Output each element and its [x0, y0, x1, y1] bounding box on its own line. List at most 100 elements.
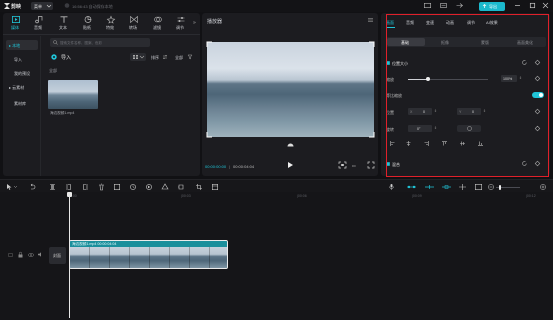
- more-edit-icon[interactable]: [212, 184, 219, 191]
- linkage-icon[interactable]: [442, 185, 451, 189]
- funnel-icon: [187, 54, 193, 60]
- crop-icon[interactable]: [196, 184, 202, 190]
- reverse-icon[interactable]: [130, 184, 136, 190]
- audio-icon: [35, 16, 43, 24]
- zoom-out-icon[interactable]: [488, 184, 494, 190]
- select-tool-icon[interactable]: [7, 184, 12, 190]
- zoom-fit-icon[interactable]: [540, 184, 546, 190]
- time-separator: |: [229, 164, 231, 169]
- sidebar-item-import[interactable]: 导入: [14, 57, 22, 63]
- sidebar-item-local[interactable]: ▸ 本地: [6, 40, 38, 50]
- shortcut-icon[interactable]: [440, 3, 448, 9]
- chevron-down-icon: [139, 55, 145, 59]
- ratio-label[interactable]: ▭: [352, 163, 356, 168]
- more-tools-icon[interactable]: »: [193, 20, 196, 26]
- zoom-slider-thumb[interactable]: [499, 185, 501, 190]
- sort-button[interactable]: 排序: [149, 53, 169, 61]
- track-lock-icon[interactable]: [18, 251, 23, 258]
- import-radio-icon[interactable]: [51, 54, 57, 60]
- sticker-icon: [84, 16, 92, 23]
- sidebar-item-presets[interactable]: 我的预设: [14, 71, 30, 77]
- grid-view-icon: [133, 55, 138, 59]
- search-placeholder: 搜索文件名称、图案、色彩: [60, 40, 102, 45]
- track-lock-icon[interactable]: [8, 253, 13, 257]
- share-icon[interactable]: [456, 3, 463, 8]
- media-clip-thumbnail[interactable]: [48, 80, 98, 109]
- sort-icon: [162, 54, 168, 60]
- caption-icon[interactable]: [475, 184, 483, 191]
- player-title: 播放器: [207, 19, 223, 25]
- mirror-icon[interactable]: [146, 184, 152, 190]
- track-mute-icon[interactable]: [38, 252, 43, 257]
- playhead-handle[interactable]: [67, 192, 72, 197]
- track-visibility-icon[interactable]: [28, 253, 34, 257]
- app-logo-icon: [4, 3, 10, 9]
- tab-label: 调节: [176, 25, 184, 30]
- highlight-frame: [386, 14, 549, 177]
- current-time: 00:00:00:00: [205, 164, 227, 169]
- tab-sticker[interactable]: 贴纸: [78, 15, 98, 33]
- minimize-icon[interactable]: [515, 5, 520, 6]
- play-icon[interactable]: [288, 162, 293, 168]
- rotate-tool-icon[interactable]: [178, 184, 184, 190]
- text-icon: [60, 16, 68, 23]
- undo-icon[interactable]: [30, 183, 36, 190]
- tab-effects[interactable]: 特效: [101, 15, 121, 33]
- total-time: 00:00:04:04: [233, 164, 255, 169]
- filter-dropdown[interactable]: 全部: [173, 53, 195, 61]
- ruler-mark: |00:03: [181, 194, 191, 198]
- tab-adjust[interactable]: 调节: [171, 15, 191, 33]
- zoom-slider[interactable]: [496, 185, 520, 190]
- tab-media[interactable]: 媒体: [6, 15, 26, 33]
- search-input[interactable]: 搜索文件名称、图案、色彩: [50, 38, 150, 47]
- sidebar-item-library[interactable]: 素材库: [14, 101, 26, 107]
- freeze-icon[interactable]: [114, 184, 121, 191]
- player-panel: 播放器 00:00:00:00 | 00:00:04:04 ▭: [202, 13, 378, 176]
- view-toggle-button[interactable]: [130, 53, 146, 61]
- filter-label: 全部: [175, 55, 183, 60]
- split-icon[interactable]: [50, 184, 55, 190]
- tab-label: 转场: [129, 25, 137, 30]
- preview-axis-icon[interactable]: [459, 184, 466, 190]
- tab-label: 媒体: [11, 25, 19, 30]
- filter-icon: [154, 16, 162, 23]
- export-button[interactable]: 导出: [479, 2, 505, 11]
- search-icon: [53, 40, 58, 45]
- main-track-magnet-icon[interactable]: [407, 185, 416, 189]
- video-preview[interactable]: [206, 41, 375, 138]
- media-clip-name: 海边视频1.mp4: [50, 111, 75, 115]
- sort-label: 排序: [151, 55, 159, 60]
- video-clip[interactable]: 海边视频1.mp4 00:00:04:04: [69, 240, 228, 269]
- app-brand: 剪映: [11, 4, 22, 10]
- tab-text[interactable]: 文本: [54, 15, 74, 33]
- tab-label: 音频: [34, 25, 42, 30]
- tab-transition[interactable]: 转场: [124, 15, 144, 33]
- menu-button[interactable]: 菜单: [31, 2, 53, 10]
- chevron-down-icon[interactable]: [13, 185, 18, 188]
- auto-snap-icon[interactable]: [425, 185, 434, 189]
- delete-icon[interactable]: [99, 183, 104, 191]
- close-icon[interactable]: [542, 2, 549, 9]
- player-menu-icon[interactable]: [368, 18, 373, 22]
- tab-audio[interactable]: 音频: [29, 15, 49, 33]
- ruler-mark: |00:09: [412, 194, 422, 198]
- microphone-icon[interactable]: [389, 184, 394, 190]
- export-icon: [482, 4, 487, 9]
- timeline-toolbar: [0, 179, 553, 192]
- layout-icon[interactable]: [424, 3, 432, 9]
- sidebar-item-cloud[interactable]: ▸ 云素材: [9, 85, 24, 91]
- fullscreen-icon[interactable]: [367, 161, 375, 169]
- fit-screen-icon[interactable]: [338, 161, 347, 169]
- maximize-icon[interactable]: [529, 2, 536, 9]
- autosave-status: 16:56:43 自动保存本地: [72, 4, 113, 9]
- ruler-mark: |00:06: [297, 194, 307, 198]
- tab-filter[interactable]: 滤镜: [148, 15, 168, 33]
- flip-icon[interactable]: [161, 183, 169, 190]
- center-handle-icon[interactable]: [287, 142, 294, 147]
- split-left-icon[interactable]: [66, 184, 71, 190]
- import-label[interactable]: 导入: [61, 54, 71, 61]
- media-icon: [12, 16, 20, 23]
- cover-button[interactable]: 封面: [49, 247, 66, 264]
- split-right-icon[interactable]: [83, 184, 88, 190]
- timeline-area: 00:00 |00:03 |00:06 |00:09 |00:12 封面 海边视…: [0, 192, 553, 320]
